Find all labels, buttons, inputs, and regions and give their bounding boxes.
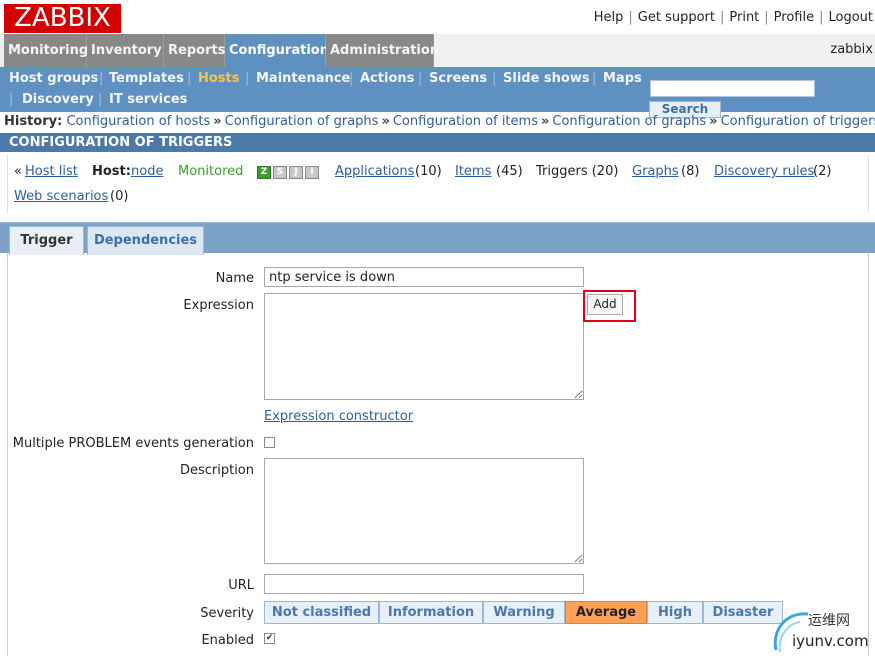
history-separator: » — [381, 114, 390, 129]
submenu-hosts[interactable]: Hosts — [198, 71, 240, 86]
separator: | — [187, 71, 192, 86]
separator: | — [492, 71, 497, 86]
back-arrow: « — [14, 164, 22, 179]
discovery-rules-count: (2) — [813, 164, 832, 179]
separator: | — [98, 92, 103, 107]
web-scenarios-link[interactable]: Web scenarios — [14, 189, 108, 204]
separator: | — [418, 71, 423, 86]
submenu-maintenance[interactable]: Maintenance — [256, 71, 350, 86]
history-separator: » — [213, 114, 222, 129]
history-item[interactable]: Configuration of items — [393, 114, 538, 129]
description-textarea[interactable] — [264, 458, 584, 564]
separator: | — [349, 71, 354, 86]
section-title: CONFIGURATION OF TRIGGERS — [0, 133, 875, 152]
submenu-slide-shows[interactable]: Slide shows — [503, 71, 590, 86]
separator: | — [245, 71, 250, 86]
history-separator: » — [540, 114, 550, 129]
help-link[interactable]: Help — [594, 10, 624, 25]
enabled-checkbox[interactable]: ✔ — [264, 633, 275, 644]
applications-count: (10) — [415, 164, 442, 179]
zabbix-agent-icon: Z — [257, 166, 271, 179]
host-status: Monitored — [178, 164, 244, 179]
severity-not-classified[interactable]: Not classified — [264, 601, 379, 624]
triggers-current: Triggers (20) — [536, 164, 619, 179]
search-input[interactable] — [650, 80, 815, 97]
submenu-host-groups[interactable]: Host groups — [9, 71, 98, 86]
web-scenarios-count: (0) — [110, 189, 129, 204]
history-item[interactable]: Configuration of triggers — [721, 114, 875, 129]
expression-textarea[interactable] — [264, 293, 584, 400]
menu-monitoring[interactable]: Monitoring — [4, 34, 88, 67]
history-item[interactable]: Configuration of graphs — [225, 114, 379, 129]
severity-high[interactable]: High — [647, 601, 703, 624]
history-separator: » — [709, 114, 718, 129]
history-item[interactable]: Configuration of graphs — [552, 114, 706, 129]
submenu-actions[interactable]: Actions — [360, 71, 414, 86]
separator: | — [592, 71, 597, 86]
host-label: Host: — [92, 164, 131, 179]
watermark-subtext: iyunv.com — [792, 632, 869, 650]
items-count: (45) — [496, 164, 523, 179]
url-label: URL — [228, 578, 254, 593]
print-link[interactable]: Print — [729, 10, 759, 25]
submenu-discovery[interactable]: Discovery — [22, 92, 94, 107]
ipmi-icon: I — [305, 166, 319, 179]
current-username: zabbix — [830, 42, 873, 57]
discovery-rules-link[interactable]: Discovery rules — [714, 164, 814, 179]
add-expression-button[interactable]: Add — [587, 294, 623, 315]
separator: | — [764, 10, 769, 25]
name-input[interactable] — [264, 267, 584, 287]
host-navigation-bar: « Host list Host: node Monitored Z S J I… — [7, 155, 869, 213]
form-tabs: Trigger Dependencies — [0, 222, 875, 255]
watermark-logo: 运维网 iyunv.com — [770, 602, 875, 656]
enabled-label: Enabled — [201, 633, 254, 648]
severity-label: Severity — [200, 606, 254, 621]
multiple-problem-checkbox[interactable] — [264, 437, 275, 448]
submenu-screens[interactable]: Screens — [429, 71, 487, 86]
history-breadcrumb: History: Configuration of hosts» Configur… — [4, 114, 875, 129]
expression-constructor-link[interactable]: Expression constructor — [264, 409, 413, 424]
submenu-it-services[interactable]: IT services — [109, 92, 187, 107]
severity-information[interactable]: Information — [379, 601, 483, 624]
url-input[interactable] — [264, 574, 584, 594]
top-links: Help | Get support | Print | Profile | Logout — [594, 10, 873, 25]
separator: | — [628, 10, 633, 25]
graphs-link[interactable]: Graphs — [632, 164, 679, 179]
items-link[interactable]: Items — [455, 164, 491, 179]
description-label: Description — [179, 463, 254, 478]
menu-inventory[interactable]: Inventory — [87, 34, 164, 67]
host-list-link[interactable]: Host list — [25, 164, 78, 179]
severity-average[interactable]: Average — [565, 601, 647, 624]
expression-label: Expression — [183, 298, 254, 313]
name-label: Name — [215, 271, 254, 286]
history-label: History: — [4, 114, 63, 129]
graphs-count: (8) — [681, 164, 700, 179]
menu-configuration[interactable]: Configuration — [225, 34, 329, 67]
submenu-templates[interactable]: Templates — [109, 71, 184, 86]
snmp-icon: S — [273, 166, 287, 179]
separator: | — [99, 71, 104, 86]
applications-link[interactable]: Applications — [335, 164, 414, 179]
separator: | — [719, 10, 725, 25]
menu-reports[interactable]: Reports — [164, 34, 225, 67]
host-name-link[interactable]: node — [131, 164, 163, 179]
severity-warning[interactable]: Warning — [483, 601, 565, 624]
profile-link[interactable]: Profile — [774, 10, 814, 25]
logout-link[interactable]: Logout — [828, 10, 873, 25]
jmx-icon: J — [289, 166, 303, 179]
history-item[interactable]: Configuration of hosts — [66, 114, 210, 129]
submenu-maps[interactable]: Maps — [603, 71, 642, 86]
get-support-link[interactable]: Get support — [638, 10, 715, 25]
main-menu: Monitoring Inventory Reports Configurati… — [0, 34, 875, 67]
multiple-problem-label: Multiple PROBLEM events generation — [12, 436, 254, 451]
separator: | — [9, 92, 14, 107]
tab-dependencies[interactable]: Dependencies — [87, 226, 204, 255]
zabbix-logo: ZABBIX — [4, 4, 121, 33]
tab-trigger[interactable]: Trigger — [9, 226, 84, 255]
menu-administration[interactable]: Administration — [326, 34, 439, 67]
separator: | — [819, 10, 824, 25]
watermark-text: 运维网 — [808, 613, 850, 629]
